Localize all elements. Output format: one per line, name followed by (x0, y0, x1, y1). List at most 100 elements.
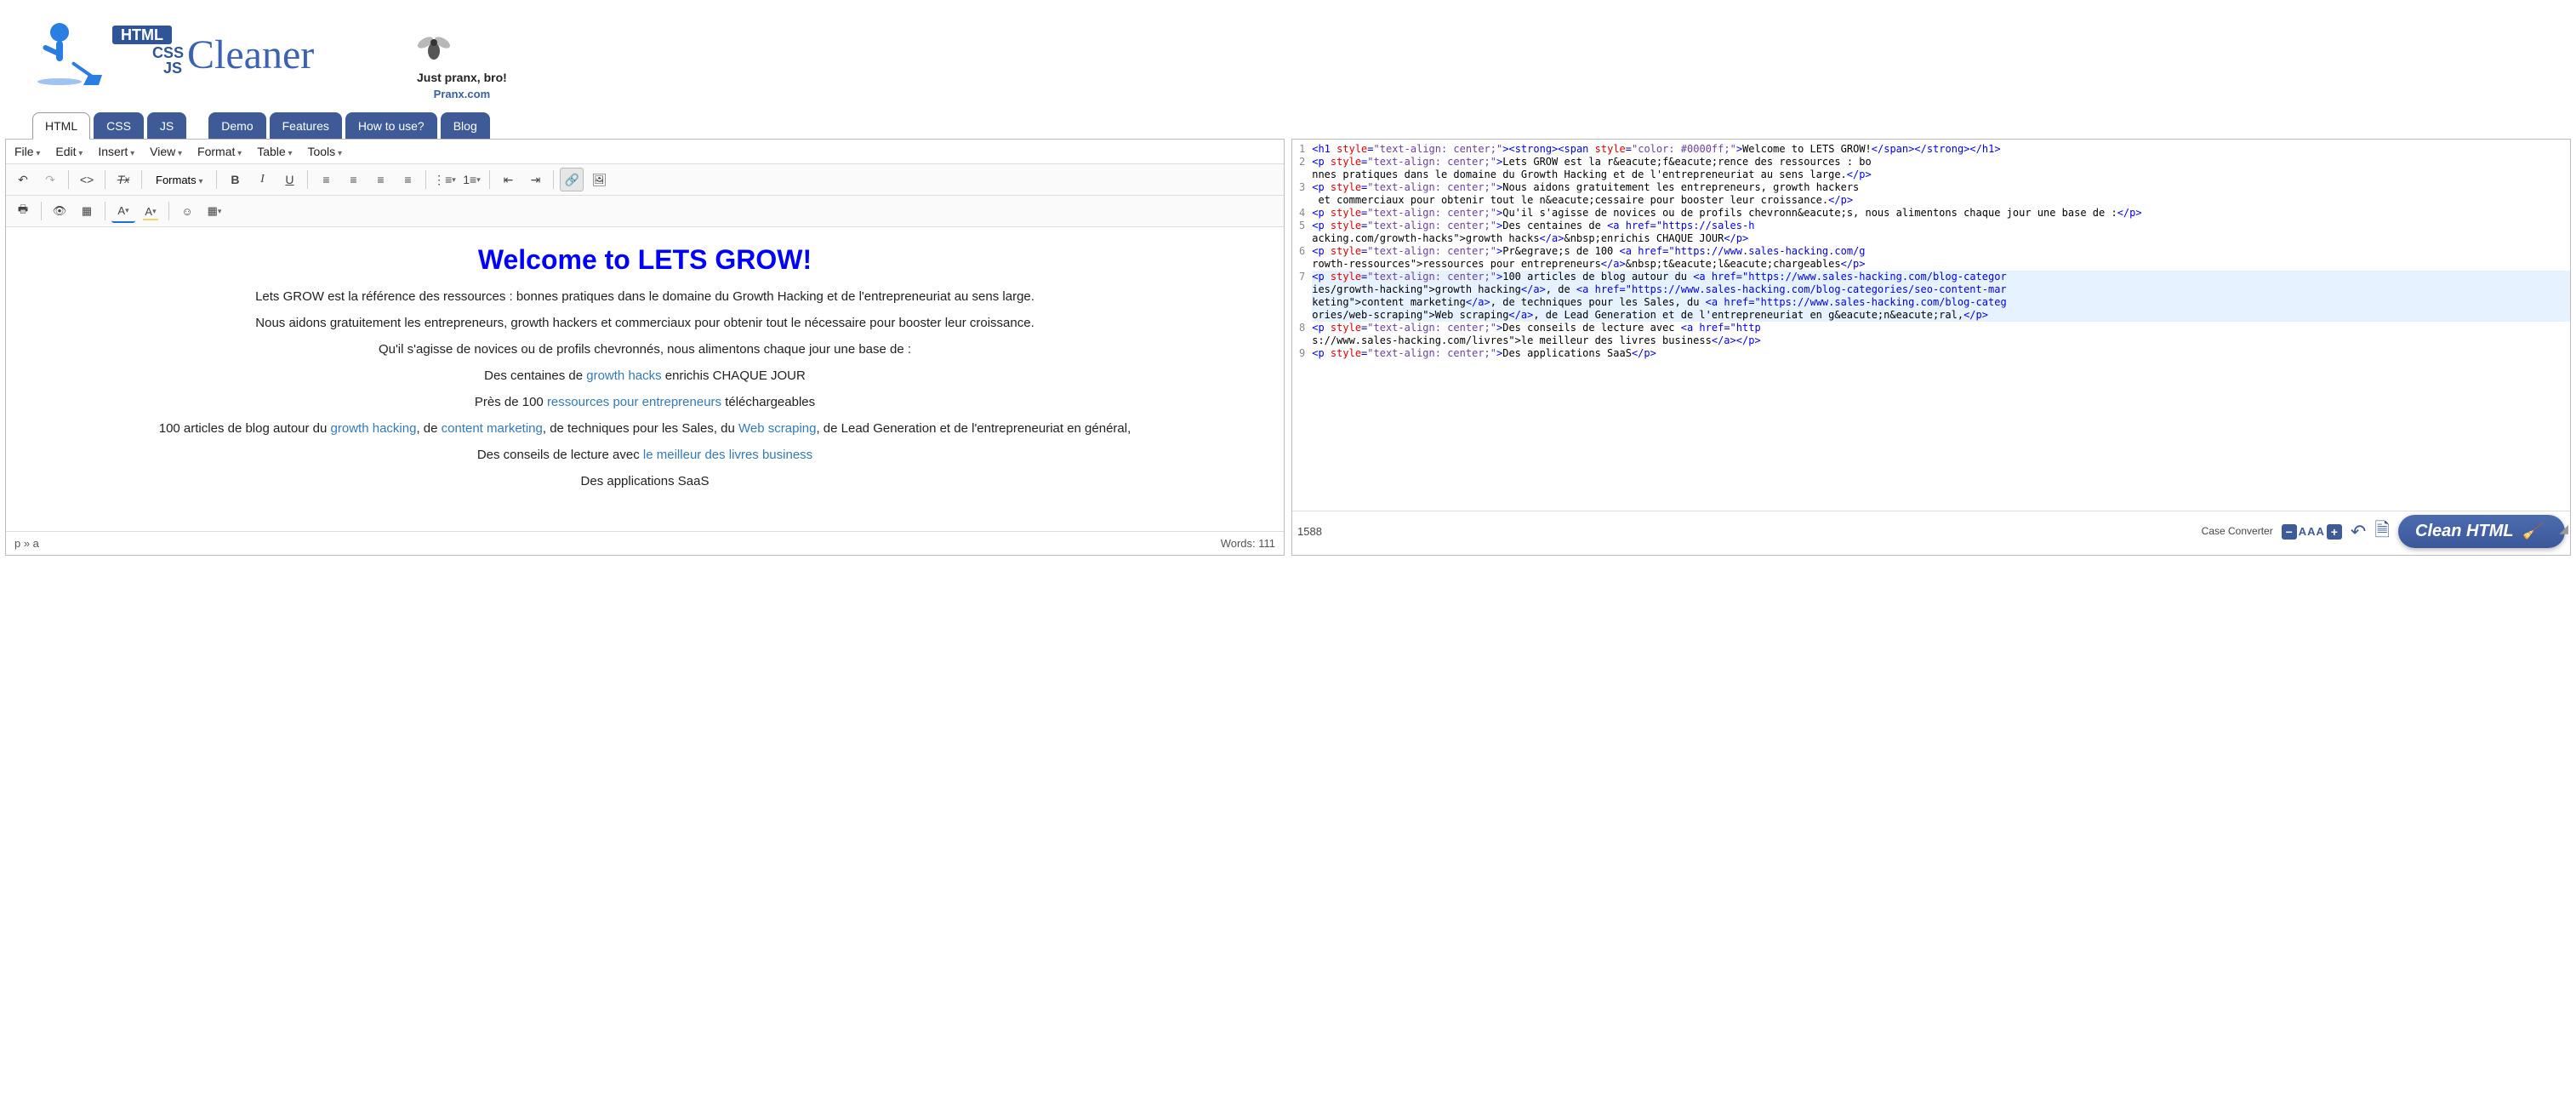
align-justify-icon[interactable]: ≡ (396, 168, 419, 191)
media-icon[interactable]: ▦ (75, 199, 99, 223)
editor-toolbar-row2: 🖶 👁 ▦ A A ☺ ▦ (6, 196, 1284, 227)
numbered-list-icon[interactable]: 1≡ (459, 168, 483, 191)
tab-js[interactable]: JS (147, 112, 186, 140)
code-row[interactable]: <p style="text-align: center;">Des conse… (1312, 322, 2570, 334)
wysiwyg-pane: File Edit Insert View Format Table Tools… (5, 139, 1285, 556)
align-left-icon[interactable]: ≡ (314, 168, 338, 191)
link-growth-hacking[interactable]: growth hacking (331, 421, 417, 436)
indent-icon[interactable]: ⇥ (523, 168, 547, 191)
tab-blog[interactable]: Blog (441, 112, 490, 140)
formats-dropdown[interactable]: Formats (148, 169, 210, 191)
mascot-icon (37, 23, 102, 85)
content-p5[interactable]: Près de 100 ressources pour entrepreneur… (16, 393, 1274, 411)
code-row[interactable]: rowth-ressources">ressources pour entrep… (1312, 258, 2570, 271)
content-p8[interactable]: Des applications SaaS (16, 472, 1274, 490)
italic-icon[interactable]: I (250, 168, 274, 191)
font-larger-button[interactable]: + (2327, 524, 2342, 540)
redo-icon[interactable]: ↷ (38, 168, 62, 191)
menu-format[interactable]: Format (197, 145, 242, 158)
bold-icon[interactable]: B (223, 168, 247, 191)
case-converter-link[interactable]: Case Converter (2202, 526, 2273, 537)
code-row[interactable]: <p style="text-align: center;">Des centa… (1312, 220, 2570, 232)
tab-css[interactable]: CSS (94, 112, 144, 140)
fly-icon (417, 31, 451, 65)
tab-demo[interactable]: Demo (208, 112, 265, 140)
link-icon[interactable]: 🔗 (560, 168, 584, 191)
print-icon[interactable]: 🖶 (11, 199, 35, 223)
underline-icon[interactable]: U (277, 168, 301, 191)
source-bottom-bar: 1588 Case Converter − AAA + ↶ 🗎 Clean HT… (1292, 511, 2570, 555)
outdent-icon[interactable]: ⇤ (496, 168, 520, 191)
code-row[interactable]: <p style="text-align: center;">Pr&egrave… (1312, 245, 2570, 258)
code-row[interactable]: <p style="text-align: center;">100 artic… (1312, 271, 2570, 283)
align-right-icon[interactable]: ≡ (368, 168, 392, 191)
undo-source-icon[interactable]: ↶ (2351, 521, 2366, 543)
tab-howto[interactable]: How to use? (345, 112, 437, 140)
logo-js-label: JS (163, 60, 182, 77)
table-icon[interactable]: ▦ (202, 199, 226, 223)
editor-menubar: File Edit Insert View Format Table Tools (6, 140, 1284, 164)
source-editor[interactable]: 12 3 45 6 7 8 9 <h1 style="text-align: c… (1292, 140, 2570, 511)
link-web-scraping[interactable]: Web scraping (738, 421, 816, 436)
code-row[interactable]: <p style="text-align: center;">Nous aido… (1312, 181, 2570, 194)
code-row[interactable]: <p style="text-align: center;">Des appli… (1312, 347, 2570, 360)
menu-tools[interactable]: Tools (307, 145, 342, 158)
menu-view[interactable]: View (150, 145, 182, 158)
emoji-icon[interactable]: ☺ (175, 199, 199, 223)
broom-icon: 🧹 (2522, 523, 2541, 540)
content-h1[interactable]: Welcome to LETS GROW! (13, 244, 1277, 276)
code-row[interactable]: keting">content marketing</a>, de techni… (1312, 296, 2570, 309)
align-center-icon[interactable]: ≡ (341, 168, 365, 191)
clear-format-icon[interactable]: Tx (111, 168, 135, 191)
logo-brand-text: Cleaner (187, 32, 314, 77)
font-size-label: AAA (2299, 525, 2325, 538)
content-p6[interactable]: 100 articles de blog autour du growth ha… (16, 420, 1274, 437)
code-row[interactable]: ies/growth-hacking">growth hacking</a>, … (1312, 283, 2570, 296)
text-color-icon[interactable]: A (111, 199, 135, 223)
content-p3[interactable]: Qu'il s'agisse de novices ou de profils … (16, 340, 1274, 358)
content-p2[interactable]: Nous aidons gratuitement les entrepreneu… (16, 314, 1274, 332)
tab-html[interactable]: HTML (32, 112, 90, 140)
content-p1[interactable]: Lets GROW est la référence des ressource… (16, 288, 1274, 306)
bg-color-icon[interactable]: A (139, 199, 162, 223)
editor-toolbar-row1: ↶ ↷ <> Tx Formats B I U ≡ ≡ ≡ ≡ ⋮≡ 1≡ ⇤ … (6, 164, 1284, 196)
code-row[interactable]: <h1 style="text-align: center;"><strong>… (1312, 143, 2570, 156)
font-size-control: − AAA + (2282, 524, 2342, 540)
undo-icon[interactable]: ↶ (11, 168, 35, 191)
preview-icon[interactable]: 👁 (48, 199, 71, 223)
menu-insert[interactable]: Insert (98, 145, 134, 158)
code-row[interactable]: acking.com/growth-hacks">growth hacks</a… (1312, 232, 2570, 245)
code-row[interactable]: <p style="text-align: center;">Qu'il s'a… (1312, 207, 2570, 220)
logo-html-label: HTML (121, 26, 163, 43)
code-row[interactable]: s://www.sales-hacking.com/livres">le mei… (1312, 334, 2570, 347)
menu-file[interactable]: File (14, 145, 40, 158)
editor-canvas[interactable]: Welcome to LETS GROW! Lets GROW est la r… (6, 227, 1284, 531)
ad-line2: Pranx.com (417, 88, 507, 100)
clean-html-button[interactable]: Clean HTML🧹 (2398, 515, 2565, 548)
code-row[interactable]: <p style="text-align: center;">Lets GROW… (1312, 156, 2570, 168)
code-row[interactable]: et commerciaux pour obtenir tout le n&ea… (1312, 194, 2570, 207)
code-row[interactable]: nnes pratiques dans le domaine du Growth… (1312, 168, 2570, 181)
source-code-icon[interactable]: <> (75, 168, 99, 191)
ad-banner[interactable]: Just pranx, bro! Pranx.com (417, 31, 507, 100)
content-p4[interactable]: Des centaines de growth hacks enrichis C… (16, 367, 1274, 385)
element-path[interactable]: p » a (14, 537, 39, 550)
menu-edit[interactable]: Edit (55, 145, 83, 158)
app-logo: HTML CSS JS Cleaner (34, 19, 315, 87)
resize-handle-icon[interactable]: ◢ (2559, 522, 2568, 536)
source-pane: 12 3 45 6 7 8 9 <h1 style="text-align: c… (1291, 139, 2571, 556)
font-smaller-button[interactable]: − (2282, 524, 2297, 540)
content-p7[interactable]: Des conseils de lecture avec le meilleur… (16, 446, 1274, 464)
link-ressources[interactable]: ressources pour entrepreneurs (547, 395, 721, 409)
link-growth-hacks[interactable]: growth hacks (586, 368, 661, 383)
bullet-list-icon[interactable]: ⋮≡ (432, 168, 456, 191)
link-livres[interactable]: le meilleur des livres business (643, 448, 812, 462)
link-content-marketing[interactable]: content marketing (442, 421, 543, 436)
ad-line1: Just pranx, bro! (417, 71, 507, 84)
menu-table[interactable]: Table (257, 145, 292, 158)
image-icon[interactable]: 🖼 (587, 168, 611, 191)
line-gutter: 12 3 45 6 7 8 9 (1296, 143, 1312, 507)
new-doc-icon[interactable]: 🗎 (2374, 516, 2390, 548)
code-row[interactable]: ories/web-scraping">Web scraping</a>, de… (1312, 309, 2570, 322)
tab-features[interactable]: Features (270, 112, 342, 140)
